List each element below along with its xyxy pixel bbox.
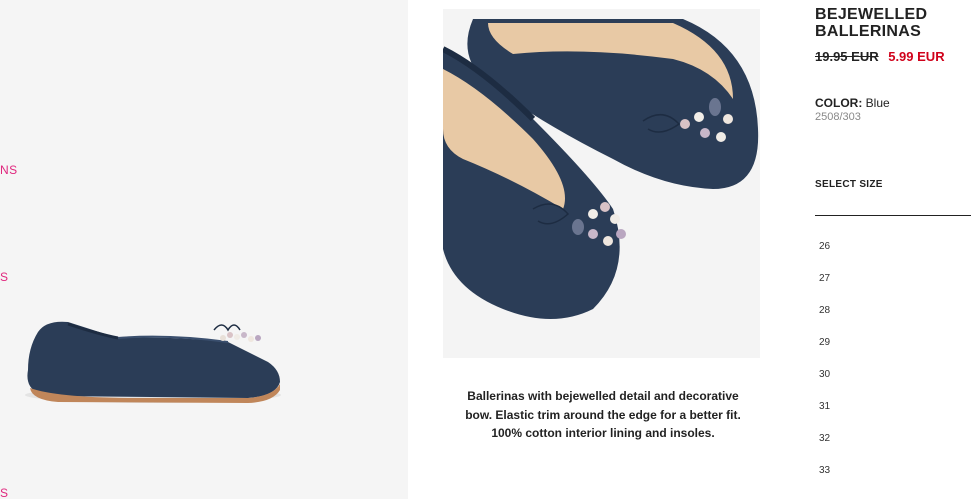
old-price: 19.95 EUR <box>815 49 879 64</box>
color-value: Blue <box>865 96 890 110</box>
product-image-top[interactable] <box>443 9 760 358</box>
product-image-side[interactable]: NS S S <box>0 0 408 499</box>
size-option[interactable]: 33 <box>819 460 830 492</box>
price-row: 19.95 EUR 5.99 EUR <box>815 49 945 64</box>
size-option[interactable]: 31 <box>819 396 830 428</box>
product-description: Ballerinas with bejewelled detail and de… <box>465 389 741 440</box>
category-link-fragment[interactable]: NS <box>0 163 18 177</box>
ballerina-side-image <box>25 321 281 403</box>
select-size-label: SELECT SIZE <box>815 179 883 190</box>
color-info: COLOR: Blue <box>815 96 890 110</box>
size-option[interactable]: 32 <box>819 428 830 460</box>
size-option[interactable]: 28 <box>819 300 830 332</box>
sale-price: 5.99 EUR <box>888 49 945 64</box>
size-option[interactable]: 29 <box>819 332 830 364</box>
product-reference: 2508/303 <box>815 111 861 123</box>
size-list: 26 27 28 29 30 31 32 33 <box>819 236 830 492</box>
color-label: COLOR: <box>815 96 863 110</box>
size-option[interactable]: 30 <box>819 364 830 396</box>
size-option[interactable]: 27 <box>819 268 830 300</box>
category-link-fragment[interactable]: S <box>0 270 9 284</box>
category-link-fragment[interactable]: S <box>0 486 9 499</box>
product-title: BEJEWELLED BALLERINAS <box>815 6 928 40</box>
size-divider <box>815 215 971 216</box>
ballerinas-top-image <box>443 9 760 358</box>
size-option[interactable]: 26 <box>819 236 830 268</box>
